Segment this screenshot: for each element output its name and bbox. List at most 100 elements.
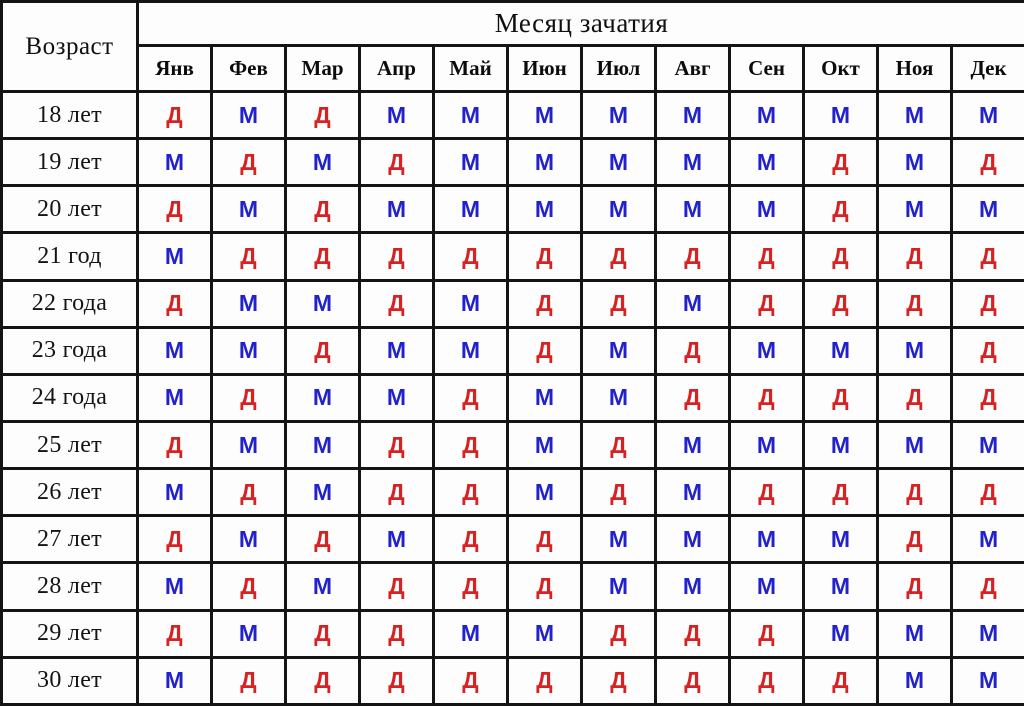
prediction-cell[interactable]: М xyxy=(136,137,213,188)
prediction-cell[interactable]: Д xyxy=(802,467,879,518)
prediction-cell[interactable]: Д xyxy=(358,419,435,471)
prediction-cell[interactable]: Д xyxy=(802,184,879,235)
prediction-cell[interactable]: М xyxy=(728,325,805,376)
prediction-cell[interactable]: Д xyxy=(284,184,361,235)
month-header-aug[interactable]: Авг xyxy=(654,44,731,93)
prediction-cell[interactable]: Д xyxy=(876,467,953,518)
prediction-cell[interactable]: Д xyxy=(506,561,583,612)
prediction-cell[interactable]: Д xyxy=(284,655,361,706)
prediction-cell[interactable]: Д xyxy=(876,514,953,565)
prediction-cell[interactable]: М xyxy=(654,89,731,141)
prediction-cell[interactable]: Д xyxy=(802,231,879,282)
prediction-cell[interactable]: Д xyxy=(728,372,805,423)
prediction-cell[interactable]: Д xyxy=(210,561,287,612)
prediction-cell[interactable]: М xyxy=(506,372,583,423)
prediction-cell[interactable]: Д xyxy=(876,278,953,329)
prediction-cell[interactable]: М xyxy=(210,514,287,565)
prediction-cell[interactable]: М xyxy=(802,419,879,471)
prediction-cell[interactable]: М xyxy=(949,514,1024,565)
prediction-cell[interactable]: Д xyxy=(284,89,361,141)
prediction-cell[interactable]: Д xyxy=(358,608,435,659)
prediction-cell[interactable]: М xyxy=(432,137,509,188)
prediction-cell[interactable]: Д xyxy=(728,231,805,282)
prediction-cell[interactable]: М xyxy=(210,608,287,659)
prediction-cell[interactable]: Д xyxy=(210,372,287,423)
prediction-cell[interactable]: М xyxy=(210,325,287,376)
prediction-cell[interactable]: М xyxy=(654,184,731,235)
prediction-cell[interactable]: Д xyxy=(654,231,731,282)
prediction-cell[interactable]: Д xyxy=(876,231,953,282)
prediction-cell[interactable]: Д xyxy=(210,137,287,188)
prediction-cell[interactable]: М xyxy=(284,372,361,423)
prediction-cell[interactable]: М xyxy=(506,184,583,235)
prediction-cell[interactable]: М xyxy=(728,184,805,235)
prediction-cell[interactable]: Д xyxy=(432,561,509,612)
prediction-cell[interactable]: М xyxy=(358,372,435,423)
prediction-cell[interactable]: М xyxy=(876,419,953,471)
prediction-cell[interactable]: М xyxy=(728,419,805,471)
prediction-cell[interactable]: М xyxy=(136,467,213,518)
prediction-cell[interactable]: Д xyxy=(358,561,435,612)
prediction-cell[interactable]: Д xyxy=(284,325,361,376)
prediction-cell[interactable]: М xyxy=(210,184,287,235)
prediction-cell[interactable]: М xyxy=(802,325,879,376)
month-header-nov[interactable]: Ноя xyxy=(876,44,953,93)
month-header-jun[interactable]: Июн xyxy=(506,44,583,93)
prediction-cell[interactable]: Д xyxy=(654,325,731,376)
prediction-cell[interactable]: Д xyxy=(728,278,805,329)
prediction-cell[interactable]: Д xyxy=(802,655,879,706)
prediction-cell[interactable]: Д xyxy=(949,137,1024,188)
prediction-cell[interactable]: М xyxy=(358,325,435,376)
prediction-cell[interactable]: Д xyxy=(580,467,657,518)
prediction-cell[interactable]: Д xyxy=(580,231,657,282)
prediction-cell[interactable]: М xyxy=(949,184,1024,235)
prediction-cell[interactable]: М xyxy=(728,514,805,565)
prediction-cell[interactable]: Д xyxy=(136,184,213,235)
prediction-cell[interactable]: М xyxy=(876,89,953,141)
prediction-cell[interactable]: М xyxy=(876,137,953,188)
prediction-cell[interactable]: Д xyxy=(358,278,435,329)
prediction-cell[interactable]: М xyxy=(802,561,879,612)
prediction-cell[interactable]: М xyxy=(210,419,287,471)
prediction-cell[interactable]: Д xyxy=(728,467,805,518)
prediction-cell[interactable]: М xyxy=(654,467,731,518)
prediction-cell[interactable]: М xyxy=(432,608,509,659)
prediction-cell[interactable]: М xyxy=(136,325,213,376)
prediction-cell[interactable]: М xyxy=(432,325,509,376)
prediction-cell[interactable]: Д xyxy=(949,467,1024,518)
month-header-may[interactable]: Май xyxy=(432,44,509,93)
prediction-cell[interactable]: М xyxy=(136,231,213,282)
prediction-cell[interactable]: Д xyxy=(210,655,287,706)
prediction-cell[interactable]: Д xyxy=(136,419,213,471)
prediction-cell[interactable]: М xyxy=(506,419,583,471)
prediction-cell[interactable]: М xyxy=(802,514,879,565)
prediction-cell[interactable]: М xyxy=(802,89,879,141)
prediction-cell[interactable]: Д xyxy=(284,608,361,659)
prediction-cell[interactable]: Д xyxy=(358,467,435,518)
prediction-cell[interactable]: М xyxy=(284,278,361,329)
prediction-cell[interactable]: М xyxy=(284,561,361,612)
prediction-cell[interactable]: М xyxy=(654,561,731,612)
prediction-cell[interactable]: Д xyxy=(802,372,879,423)
prediction-cell[interactable]: Д xyxy=(949,231,1024,282)
prediction-cell[interactable]: Д xyxy=(580,655,657,706)
prediction-cell[interactable]: Д xyxy=(432,372,509,423)
prediction-cell[interactable]: М xyxy=(949,608,1024,659)
prediction-cell[interactable]: Д xyxy=(358,655,435,706)
prediction-cell[interactable]: М xyxy=(876,608,953,659)
prediction-cell[interactable]: Д xyxy=(432,514,509,565)
prediction-cell[interactable]: Д xyxy=(284,514,361,565)
prediction-cell[interactable]: М xyxy=(210,278,287,329)
prediction-cell[interactable]: М xyxy=(654,278,731,329)
prediction-cell[interactable]: Д xyxy=(728,655,805,706)
prediction-cell[interactable]: Д xyxy=(506,231,583,282)
prediction-cell[interactable]: М xyxy=(284,419,361,471)
prediction-cell[interactable]: Д xyxy=(432,467,509,518)
prediction-cell[interactable]: Д xyxy=(136,89,213,141)
prediction-cell[interactable]: М xyxy=(876,184,953,235)
prediction-cell[interactable]: М xyxy=(136,561,213,612)
prediction-cell[interactable]: М xyxy=(728,89,805,141)
prediction-cell[interactable]: М xyxy=(654,137,731,188)
prediction-cell[interactable]: Д xyxy=(210,467,287,518)
prediction-cell[interactable]: М xyxy=(654,419,731,471)
